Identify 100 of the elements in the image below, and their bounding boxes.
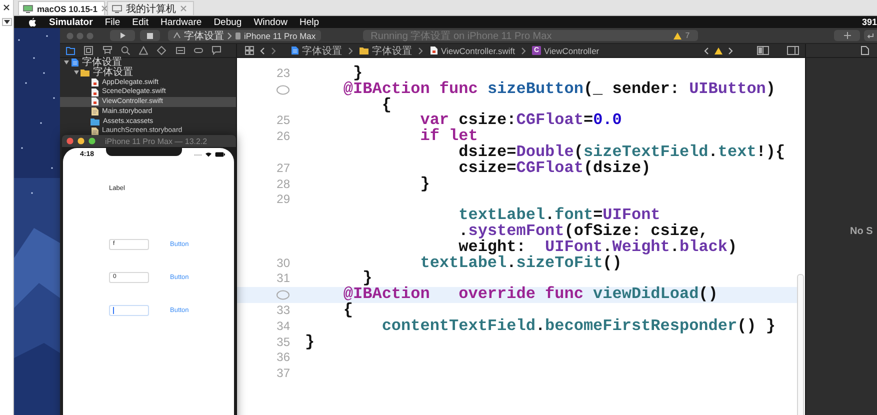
code-line: } xyxy=(353,66,363,82)
code-line: @IBAction func sizeButton(_ sender: UIButton) xyxy=(342,82,776,98)
window-controls[interactable] xyxy=(66,137,96,145)
dropdown-button[interactable] xyxy=(2,18,12,26)
editor-mode-button[interactable] xyxy=(864,30,877,41)
line-number: 23 xyxy=(276,66,290,82)
text-field[interactable] xyxy=(109,305,149,316)
chevron-icon xyxy=(728,46,733,54)
phone-icon xyxy=(235,32,241,40)
run-button[interactable] xyxy=(110,30,135,41)
code-line: var csize:CGFloat=0.0 xyxy=(419,113,622,130)
project-icon xyxy=(70,58,79,68)
monitor-icon xyxy=(23,4,33,12)
diamond-icon[interactable] xyxy=(157,46,166,55)
window-title: iPhone 11 Pro Max — 13.2.2 xyxy=(105,136,208,146)
menu-item[interactable]: Help xyxy=(299,16,320,28)
folder-icon xyxy=(359,46,369,55)
project-icon xyxy=(290,46,299,55)
menu-item[interactable]: Window xyxy=(254,16,288,28)
line-number: 30 xyxy=(276,256,290,272)
disclosure-icon[interactable] xyxy=(64,60,69,66)
stop-button[interactable] xyxy=(140,30,160,41)
signal-icon xyxy=(194,152,202,156)
scheme-selector[interactable]: 字体设置 iPhone 11 Pro Max xyxy=(168,30,321,41)
folder-icon[interactable] xyxy=(66,46,75,55)
breadcrumb[interactable]: ViewController.swift xyxy=(429,46,516,56)
menu-item[interactable]: File xyxy=(104,16,120,28)
line-number: 29 xyxy=(276,192,290,208)
add-button[interactable] xyxy=(834,30,860,41)
code-line: textLabel.sizeToFit() xyxy=(419,256,622,272)
scroll-bar[interactable] xyxy=(797,274,804,415)
code-line: contentTextField.becomeFirstResponder() } xyxy=(380,318,776,335)
navigator-item[interactable]: 字体设置 xyxy=(60,58,236,68)
code-line: csize=CGFloat(dsize) xyxy=(458,160,651,177)
menu-item[interactable]: Hardware xyxy=(160,16,202,28)
code-line: .systemFont(ofSize: csize, xyxy=(458,224,708,240)
list-icon[interactable] xyxy=(176,46,185,55)
vm-tab[interactable]: 我的计算机 xyxy=(107,1,194,15)
chevron-icon xyxy=(227,32,232,40)
wifi-icon xyxy=(205,152,212,157)
return-icon xyxy=(867,32,874,38)
warning-icon[interactable] xyxy=(139,46,148,55)
code-line: dsize=Double(sizeTextField.text!){ xyxy=(458,144,786,161)
menu-item[interactable]: Edit xyxy=(132,16,148,28)
code-line: weight: UIFont.Weight.black) xyxy=(458,240,738,256)
caret-icon xyxy=(4,20,10,24)
line-number: 35 xyxy=(276,334,290,350)
line-number: 27 xyxy=(276,160,290,177)
chevron-icon xyxy=(521,46,526,54)
search-icon[interactable] xyxy=(120,46,130,55)
file-inspector-icon[interactable] xyxy=(861,46,869,55)
warning-count: 7 xyxy=(685,31,690,40)
storyboard-file-icon xyxy=(90,126,99,136)
back-chevron-icon[interactable] xyxy=(260,46,265,54)
hierarchy-icon[interactable] xyxy=(102,46,112,55)
code-line: { xyxy=(342,302,354,319)
back-chevron-icon[interactable] xyxy=(704,46,709,54)
navigator-item[interactable]: 字体设置 xyxy=(60,68,236,78)
breadcrumb[interactable]: 字体设置 xyxy=(290,44,342,58)
plus-icon xyxy=(844,32,850,39)
monitor-icon xyxy=(112,4,122,12)
code-line: @IBAction override func viewDidLoad() xyxy=(342,287,718,303)
chevron-icon xyxy=(418,46,423,54)
warning-icon[interactable] xyxy=(714,46,723,54)
line-number: 31 xyxy=(276,271,290,288)
menu-item[interactable]: Simulator xyxy=(49,16,93,28)
chevron-icon xyxy=(271,46,276,54)
apple-icon[interactable] xyxy=(28,17,37,27)
battery-icon xyxy=(215,152,225,157)
swift-file-icon xyxy=(90,78,99,87)
code-line: if let xyxy=(419,129,478,145)
folder-icon xyxy=(80,68,90,78)
close-icon[interactable] xyxy=(3,4,10,11)
empty-message: No S xyxy=(850,226,873,237)
storyboard-file-icon xyxy=(90,107,99,116)
warning-icon[interactable] xyxy=(673,32,682,40)
breadcrumb[interactable]: 字体设置 xyxy=(359,44,412,58)
assets-folder-icon xyxy=(90,116,100,126)
stop-icon xyxy=(147,32,153,38)
swift-file-icon xyxy=(429,46,438,55)
line-number: 37 xyxy=(276,366,290,382)
menu-item[interactable]: Debug xyxy=(214,16,242,28)
menu-status: 391 xyxy=(862,17,877,27)
swift-file-icon xyxy=(90,88,99,97)
square-icon[interactable] xyxy=(84,46,94,55)
tag-icon[interactable] xyxy=(194,46,204,55)
inspector-toggle-icon[interactable] xyxy=(787,46,799,55)
line-number: 33 xyxy=(276,302,290,319)
line-number: 28 xyxy=(276,176,290,192)
vm-tab[interactable]: macOS 10.15-1 xyxy=(18,1,105,15)
chat-icon[interactable] xyxy=(212,46,222,55)
code-line: { xyxy=(380,98,392,114)
code-line: } xyxy=(362,271,372,288)
split-editor-icon[interactable] xyxy=(757,46,769,55)
code-line: } xyxy=(305,334,315,350)
code-line: textLabel.font=UIFont xyxy=(458,208,660,224)
line-number: 25 xyxy=(276,113,290,130)
swift-file-icon xyxy=(90,97,99,106)
related-items-icon[interactable] xyxy=(245,46,254,55)
play-icon xyxy=(120,32,126,39)
